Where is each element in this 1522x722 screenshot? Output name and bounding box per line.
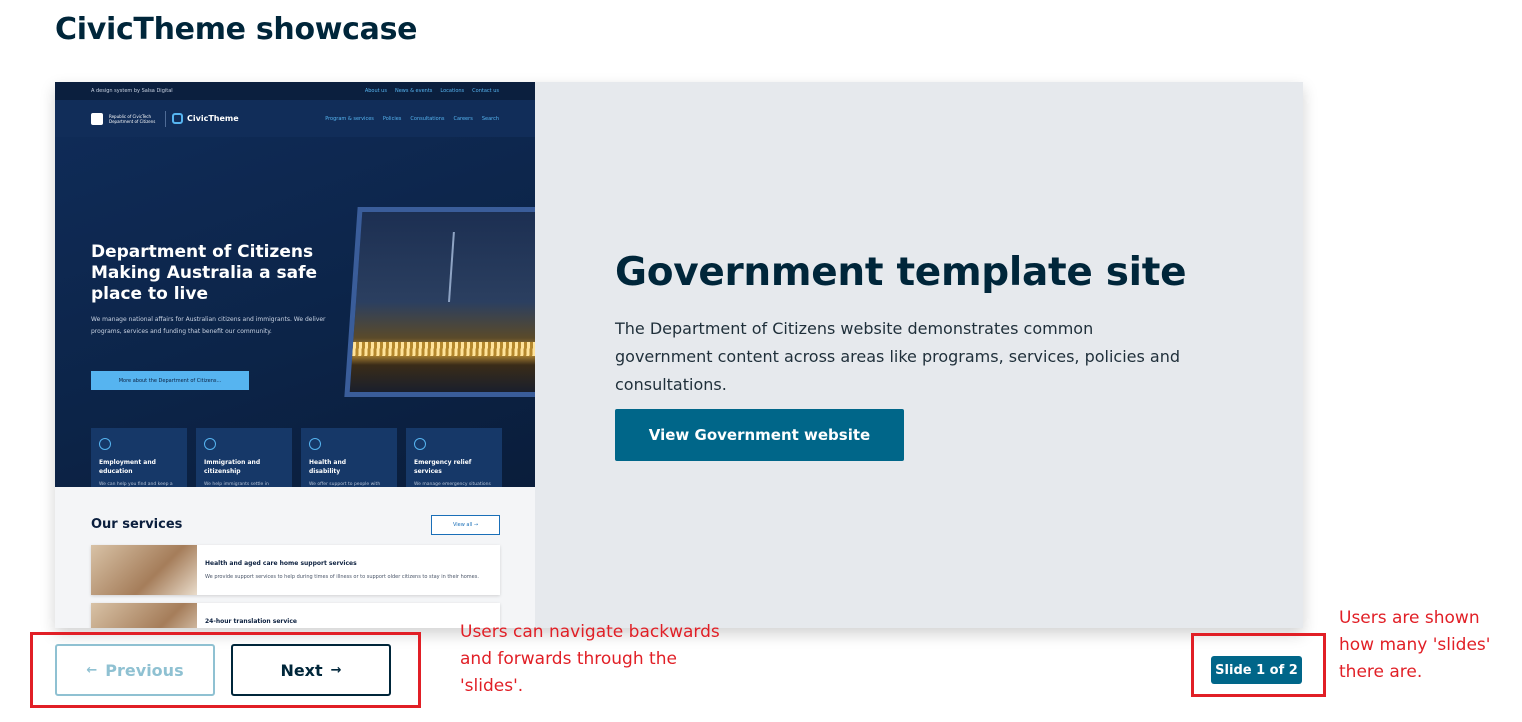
heart-icon bbox=[309, 438, 321, 450]
slide-preview-image: A design system by Salsa Digital About u… bbox=[55, 82, 535, 628]
graduation-cap-icon bbox=[99, 438, 111, 450]
civictheme-logo-icon bbox=[172, 113, 183, 124]
slide-title: Government template site bbox=[615, 250, 1187, 295]
preview-service-item: Health and aged care home support servic… bbox=[91, 545, 500, 595]
crest-icon bbox=[91, 112, 103, 125]
service-photo bbox=[91, 603, 197, 628]
carousel-slide: A design system by Salsa Digital About u… bbox=[55, 82, 1303, 628]
preview-hero: Department of Citizens Making Australia … bbox=[55, 137, 535, 528]
counter-highlight-box bbox=[1191, 633, 1326, 697]
preview-navbar: Republic of CivicTech Department of Citi… bbox=[55, 100, 535, 137]
preview-service-item: 24-hour translation service bbox=[91, 603, 500, 628]
person-icon bbox=[204, 438, 216, 450]
parliament-photo bbox=[344, 207, 535, 397]
preview-topbar: A design system by Salsa Digital About u… bbox=[55, 82, 535, 100]
warning-icon bbox=[414, 438, 426, 450]
navigation-annotation: Users can navigate backwards and forward… bbox=[460, 622, 720, 696]
service-photo bbox=[91, 545, 197, 595]
slide-description: The Department of Citizens website demon… bbox=[615, 319, 1181, 394]
preview-services: Our services View all → Health and aged … bbox=[55, 487, 535, 628]
navigation-highlight-box bbox=[30, 632, 421, 708]
counter-annotation: Users are shown how many 'slides' there … bbox=[1339, 608, 1491, 682]
view-government-website-button[interactable]: View Government website bbox=[615, 409, 904, 461]
page-title: CivicTheme showcase bbox=[55, 12, 418, 47]
